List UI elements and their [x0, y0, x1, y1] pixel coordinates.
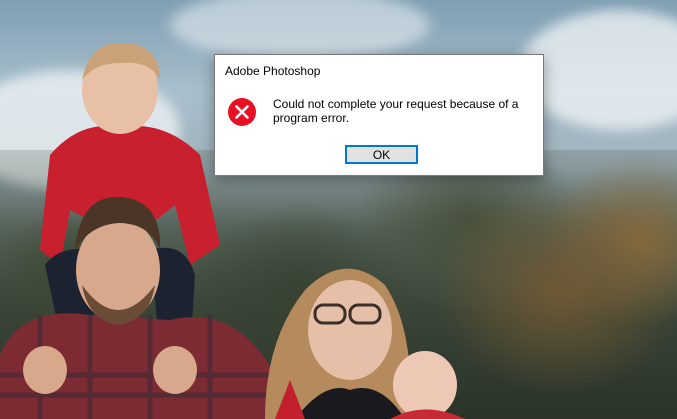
error-icon: [228, 98, 256, 126]
ok-button[interactable]: OK: [345, 145, 418, 164]
dialog-title: Adobe Photoshop: [225, 64, 321, 78]
family-figure-right: [265, 268, 465, 419]
dialog-message: Could not complete your request because …: [273, 97, 519, 125]
error-dialog: Adobe Photoshop Could not complete your …: [214, 54, 544, 176]
